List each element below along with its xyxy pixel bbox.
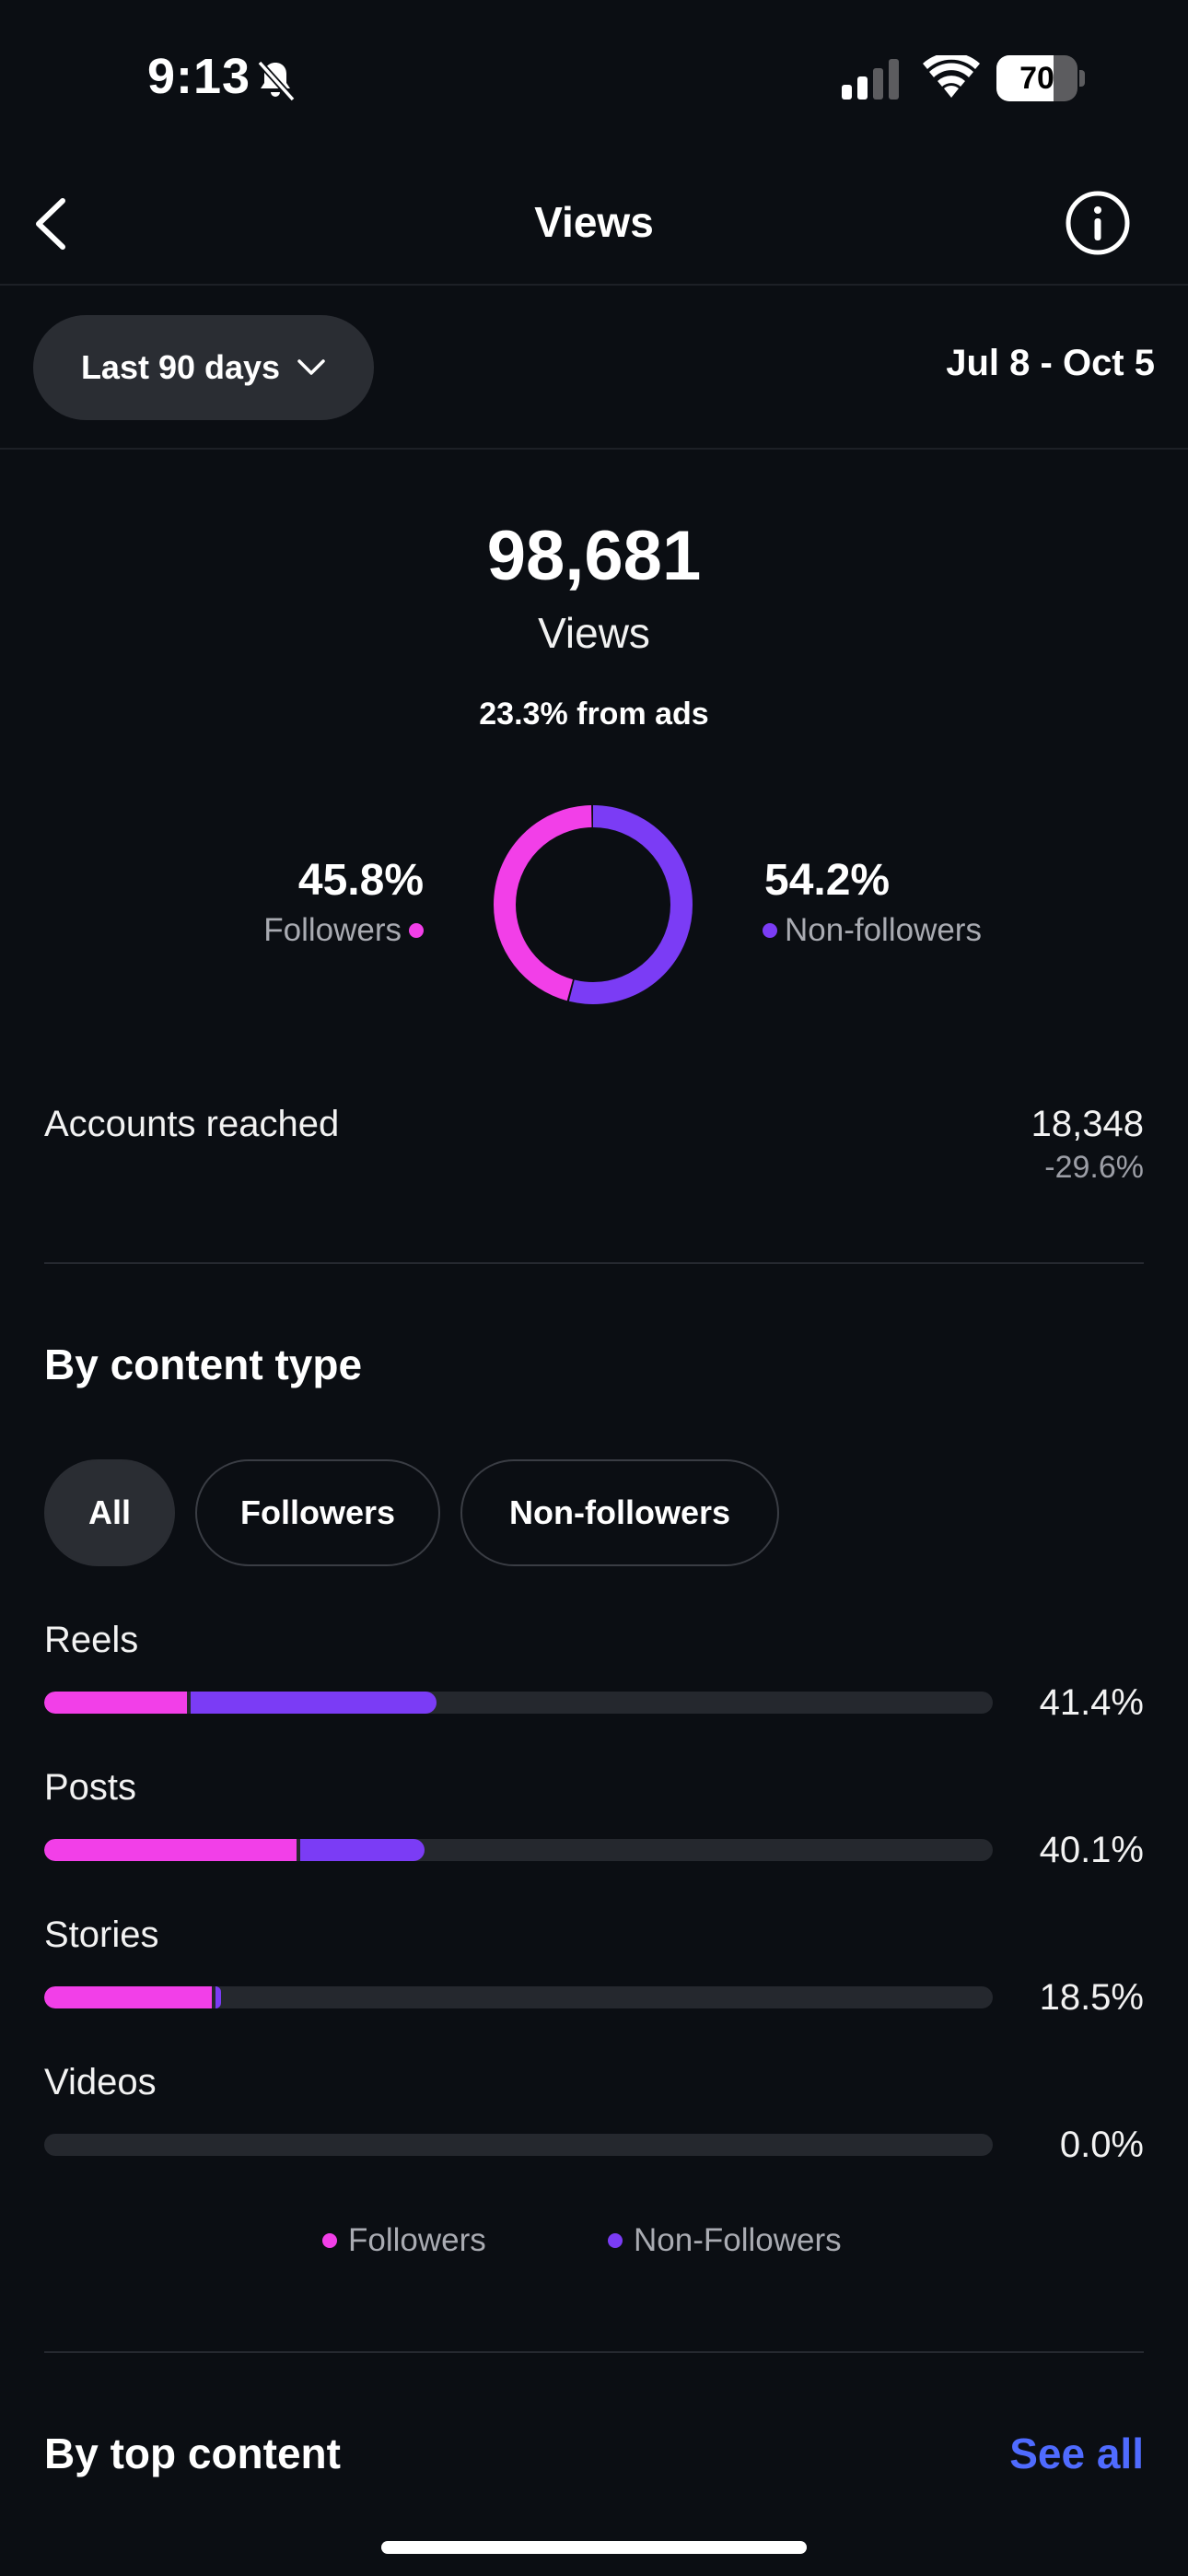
range-divider (0, 448, 1188, 450)
top-content-title: By top content (44, 2430, 341, 2477)
content-row-label: Stories (44, 1914, 159, 1955)
accounts-reached-change: -29.6% (1044, 1150, 1144, 1185)
followers-dot-icon (409, 923, 424, 938)
status-time: 9:13 (147, 49, 251, 104)
section-divider (44, 1262, 1144, 1264)
bell-slash-icon (257, 60, 296, 102)
followers-legend-label: Followers (263, 912, 402, 948)
wifi-icon (923, 55, 980, 98)
bar-segment-followers (44, 1692, 187, 1714)
bar-segment-followers (44, 1839, 297, 1861)
filter-chip-all[interactable]: All (44, 1459, 175, 1566)
followers-percent: 45.8% (297, 856, 424, 905)
info-icon[interactable] (1065, 190, 1131, 256)
battery-level: 70 (1019, 61, 1054, 96)
cellular-signal-icon (842, 59, 899, 100)
followers-legend: Followers (263, 912, 424, 949)
nonfollowers-legend: Non-followers (763, 912, 982, 949)
chevron-down-icon (297, 359, 325, 375)
header-divider (0, 284, 1188, 286)
ads-note: 23.3% from ads (479, 697, 709, 732)
battery-icon: 70 (996, 55, 1085, 101)
bar-segment-nonfollowers (215, 1986, 222, 2008)
accounts-reached-value: 18,348 (1031, 1104, 1144, 1144)
date-range-label: Last 90 days (80, 348, 281, 386)
content-row-label: Videos (44, 2062, 157, 2102)
content-bar (44, 1839, 993, 1861)
bar-segment-followers (44, 1986, 213, 2008)
filter-chip-followers[interactable]: Followers (195, 1459, 440, 1566)
views-total: 98,681 (486, 517, 702, 595)
date-range-dropdown[interactable]: Last 90 days (33, 315, 374, 420)
bar-segment-nonfollowers (299, 1839, 425, 1861)
see-all-link[interactable]: See all (1009, 2429, 1144, 2478)
date-range-dates: Jul 8 - Oct 5 (946, 343, 1155, 383)
home-indicator[interactable] (381, 2541, 807, 2554)
content-bar (44, 1692, 993, 1714)
followers-donut-chart (494, 805, 693, 1004)
content-row-percent: 18.5% (1039, 1977, 1144, 2018)
content-row-percent: 0.0% (1059, 2125, 1144, 2165)
section-divider (44, 2351, 1144, 2353)
chart-legend-nonfollowers: Non-Followers (608, 2222, 842, 2259)
page-title: Views (534, 198, 654, 246)
chart-legend-nonfollowers-label: Non-Followers (634, 2222, 842, 2258)
content-row-percent: 41.4% (1039, 1682, 1144, 1723)
nonfollowers-dot-icon (763, 923, 777, 938)
nonfollowers-legend-label: Non-followers (785, 912, 982, 948)
chart-legend-followers-label: Followers (348, 2222, 486, 2258)
followers-dot-icon (322, 2233, 337, 2248)
content-row-percent: 40.1% (1039, 1830, 1144, 1870)
views-label: Views (538, 609, 650, 657)
nonfollowers-percent: 54.2% (764, 856, 891, 905)
filter-chip-nonfollowers[interactable]: Non-followers (460, 1459, 779, 1566)
bar-segment-nonfollowers (190, 1692, 437, 1714)
content-bar (44, 1986, 993, 2008)
accounts-reached-label: Accounts reached (44, 1104, 340, 1144)
content-bar (44, 2134, 993, 2156)
content-row-label: Posts (44, 1767, 137, 1808)
content-row-label: Reels (44, 1620, 139, 1660)
content-type-title: By content type (44, 1341, 363, 1388)
nonfollowers-dot-icon (608, 2233, 623, 2248)
chart-legend-followers: Followers (322, 2222, 486, 2259)
